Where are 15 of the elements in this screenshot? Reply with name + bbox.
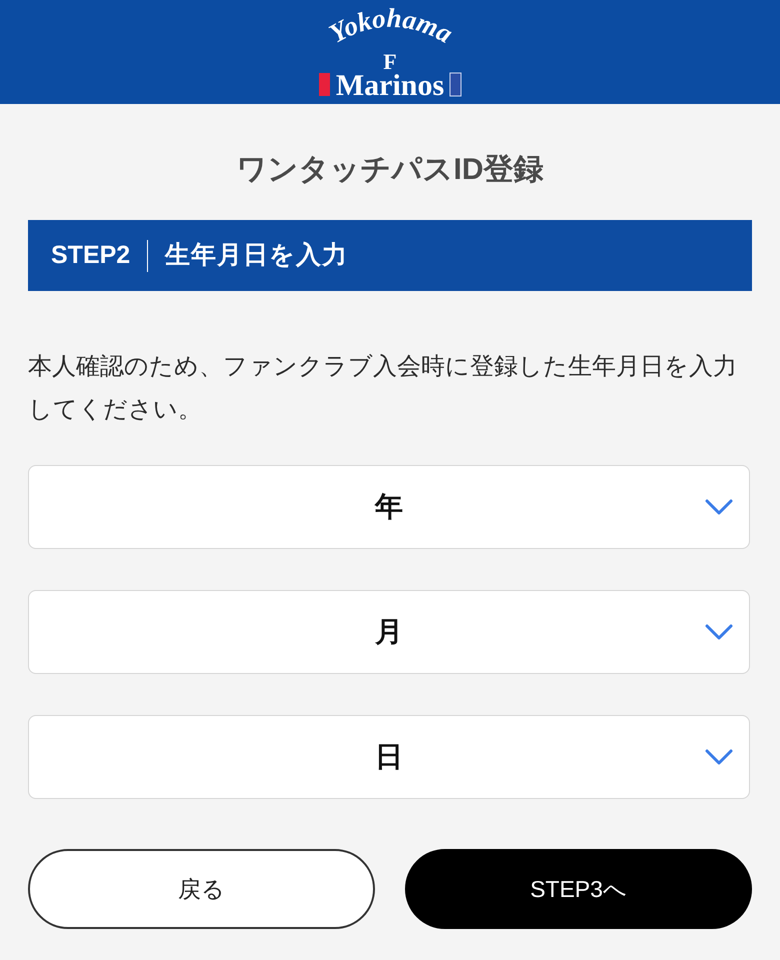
date-select[interactable]: 年 [28,465,750,549]
step-number: STEP2 [51,243,130,268]
date-select[interactable]: 日 [28,715,750,799]
chevron-down-icon [705,624,733,640]
stripe-icon [319,73,330,96]
date-select[interactable]: 月 [28,590,750,674]
chevron-down-icon [705,499,733,515]
chevron-down-icon [705,749,733,765]
back-button[interactable]: 戻る [28,849,375,929]
stripe-icon [450,72,462,96]
logo-text: Yokohama [324,4,458,49]
step-title: 生年月日を入力 [165,243,348,268]
instructions-text: 本人確認のため、ファンクラブ入会時に登録した生年月日を入力してください。 [28,352,738,425]
page-title: ワンタッチパスID登録 [236,152,544,188]
next-button[interactable]: STEP3へ [405,849,752,929]
